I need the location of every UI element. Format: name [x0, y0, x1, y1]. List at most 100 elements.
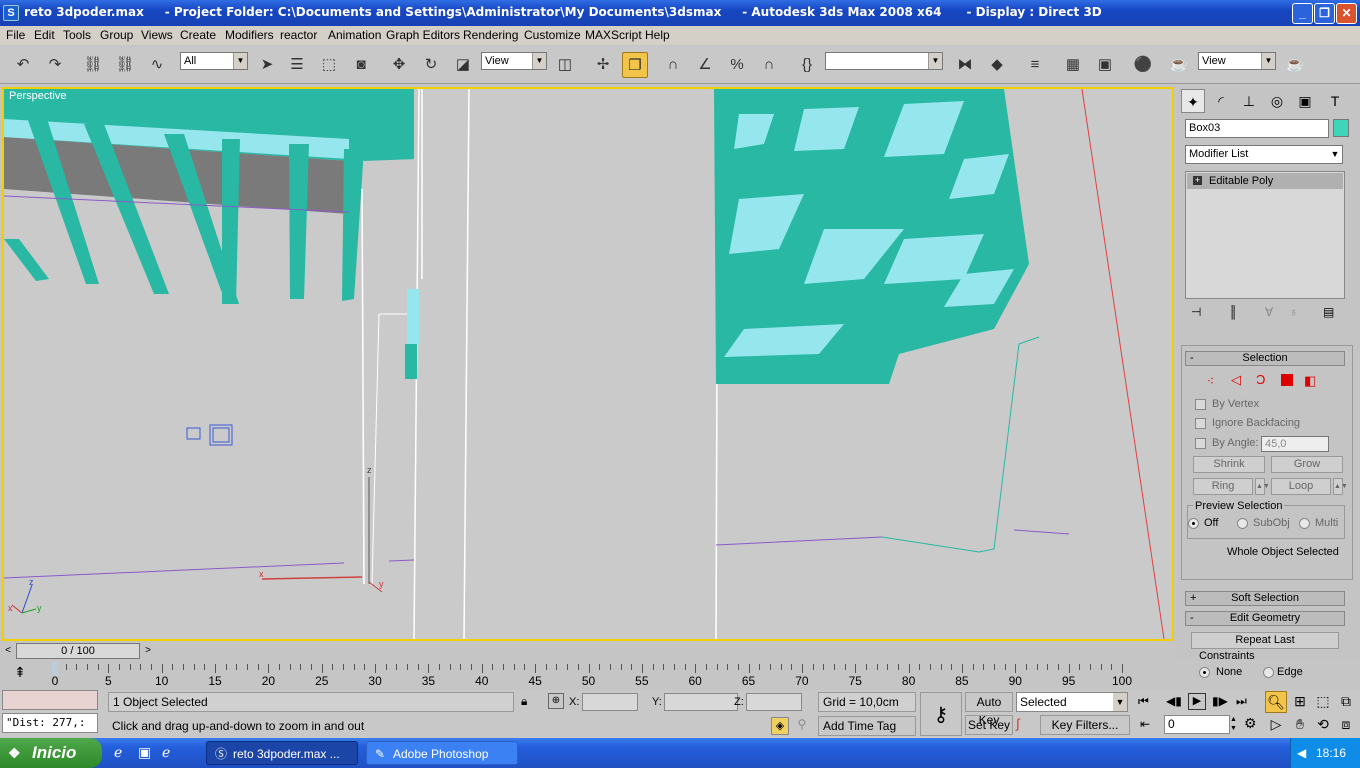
x-coordinate-field[interactable] [582, 693, 638, 711]
menu-edit[interactable]: Edit [34, 28, 55, 42]
vertex-subobject-icon[interactable]: ⁖ [1207, 374, 1214, 388]
minimize-button[interactable]: _ [1292, 3, 1313, 24]
named-selection-dropdown[interactable]: ▼ [825, 52, 943, 70]
arc-rotate-icon[interactable]: ⟲ [1312, 714, 1334, 736]
menu-group[interactable]: Group [100, 28, 133, 42]
menu-views[interactable]: Views [141, 28, 173, 42]
angle-snap-icon[interactable]: ∠ [692, 52, 718, 78]
bind-to-space-warp-icon[interactable]: ∿ [144, 52, 170, 78]
snaps-toggle-icon[interactable]: ∩ [660, 52, 686, 78]
menu-tools[interactable]: Tools [63, 28, 91, 42]
app-icon[interactable]: S [3, 5, 19, 21]
maxscript-listener-mini[interactable] [2, 690, 98, 710]
set-key-icon[interactable]: ⚷ [920, 692, 962, 736]
tray-chevron-icon[interactable]: ◀ [1297, 738, 1306, 768]
menu-customize[interactable]: Customize [524, 28, 581, 42]
z-coordinate-field[interactable] [746, 693, 802, 711]
pin-stack-icon[interactable]: ⊣ [1191, 305, 1201, 319]
add-time-tag-button[interactable]: Add Time Tag [818, 716, 916, 736]
maximize-viewport-icon[interactable]: ⧈ [1335, 714, 1357, 736]
layer-manager-icon[interactable]: ≡ [1022, 52, 1048, 78]
select-and-move-icon[interactable]: ✥ [386, 52, 412, 78]
curve-editor-icon[interactable]: ▦ [1060, 52, 1086, 78]
open-mini-curve-editor-icon[interactable]: ⇞ [8, 664, 32, 684]
current-frame-field[interactable]: 0 [1164, 715, 1230, 734]
unlink-icon[interactable]: ⛓ [112, 52, 138, 78]
time-configuration-icon[interactable]: ⚙ [1244, 715, 1257, 732]
element-subobject-icon[interactable]: ◧ [1304, 373, 1316, 389]
close-button[interactable]: ✕ [1336, 3, 1357, 24]
time-slider[interactable]: 0 / 100 [16, 643, 140, 659]
current-frame-spinner[interactable]: ▲ ▼ [1230, 715, 1240, 734]
configure-modifier-sets-icon[interactable]: ▤ [1323, 305, 1334, 319]
window-crossing-icon[interactable]: ◙ [348, 52, 374, 78]
polygon-subobject-icon[interactable] [1281, 374, 1293, 386]
constraint-edge-radio[interactable] [1263, 667, 1274, 678]
ignore-backfacing-checkbox[interactable] [1195, 418, 1206, 429]
preview-off-radio[interactable] [1188, 518, 1199, 529]
zoom-icon[interactable]: 🔍︎ [1265, 691, 1287, 713]
selection-lock-icon[interactable]: 🔒︎ [521, 694, 527, 709]
quick-render-icon[interactable]: ☕ [1282, 52, 1308, 78]
align-icon[interactable]: ◆ [984, 52, 1010, 78]
border-subobject-icon[interactable]: Ɔ [1256, 372, 1265, 387]
ring-button[interactable]: Ring [1193, 478, 1253, 495]
schematic-view-icon[interactable]: ▣ [1092, 52, 1118, 78]
material-editor-icon[interactable]: ⚫ [1130, 52, 1156, 78]
render-view-dropdown[interactable]: View ▼ [1198, 52, 1276, 70]
show-desktop-icon[interactable]: ▣ [138, 744, 151, 761]
shrink-button[interactable]: Shrink [1193, 456, 1265, 473]
stack-item[interactable]: + Editable Poly [1187, 173, 1343, 189]
by-vertex-checkbox[interactable] [1195, 399, 1206, 410]
field-of-view-icon[interactable]: ▷ [1265, 714, 1287, 736]
taskbar-item-photoshop[interactable]: ✎ Adobe Photoshop [366, 741, 518, 765]
time-tag-icon[interactable]: ⚲ [794, 717, 810, 735]
utilities-tab-icon[interactable]: T [1323, 89, 1347, 113]
undo-icon[interactable]: ↶ [10, 52, 36, 78]
go-to-end-icon[interactable]: ⏭ [1236, 694, 1247, 709]
menu-animation[interactable]: Animation [328, 28, 381, 42]
go-to-start-icon[interactable]: ⏮ [1138, 694, 1149, 709]
search-quicklaunch-icon[interactable]: ℯ [162, 744, 170, 761]
play-icon[interactable]: ▶ [1188, 693, 1206, 710]
motion-tab-icon[interactable]: ◎ [1265, 89, 1289, 113]
y-coordinate-field[interactable] [664, 693, 738, 711]
render-setup-icon[interactable]: ☕ [1166, 52, 1192, 78]
next-frame-icon[interactable]: ▮▶ [1212, 694, 1228, 708]
by-angle-checkbox[interactable] [1195, 438, 1206, 449]
reference-coordinate-dropdown[interactable]: View ▼ [481, 52, 547, 70]
mirror-icon[interactable]: ⧓ [952, 52, 978, 78]
slider-left-arrow[interactable]: < [2, 643, 14, 659]
constraint-none-radio[interactable] [1199, 667, 1210, 678]
keyboard-shortcut-override-icon[interactable]: ❐ [622, 52, 648, 78]
selection-filter-dropdown[interactable]: All ▼ [180, 52, 248, 70]
start-button[interactable]: ❖ Inicio [0, 738, 102, 768]
redo-icon[interactable]: ↷ [42, 52, 68, 78]
menu-rendering[interactable]: Rendering [463, 28, 518, 42]
display-tab-icon[interactable]: ▣ [1293, 89, 1317, 113]
menu-file[interactable]: File [6, 28, 25, 42]
zoom-extents-icon[interactable]: ⬚ [1312, 691, 1334, 713]
zoom-extents-all-icon[interactable]: ⧉ [1335, 691, 1357, 713]
hierarchy-tab-icon[interactable]: ⊥ [1237, 89, 1261, 113]
rectangular-selection-icon[interactable]: ⬚ [316, 52, 342, 78]
pan-view-icon[interactable]: ✋︎ [1289, 714, 1311, 736]
select-and-link-icon[interactable]: ⛓ [80, 52, 106, 78]
select-and-manipulate-icon[interactable]: ✢ [590, 52, 616, 78]
menu-graph-editors[interactable]: Graph Editors [386, 28, 460, 42]
adaptive-degradation-icon[interactable]: ◈ [771, 717, 789, 735]
modify-tab-icon[interactable]: ◜ [1209, 89, 1233, 113]
preview-multi-radio[interactable] [1299, 518, 1310, 529]
track-bar[interactable]: ⇞ 0 5 10 15 20 25 30 35 40 45 50 55 60 65 70 75 80 85 90 95… [0, 660, 1177, 690]
ring-spinner[interactable]: ▲▼ [1255, 478, 1270, 495]
default-in-out-tangents-icon[interactable]: ∫ [1016, 716, 1036, 734]
show-end-result-icon[interactable]: ║ [1229, 305, 1238, 319]
menu-create[interactable]: Create [180, 28, 216, 42]
menu-modifiers[interactable]: Modifiers [225, 28, 274, 42]
absolute-mode-transform-icon[interactable]: ⊕ [548, 693, 564, 709]
viewport-label[interactable]: Perspective [9, 90, 66, 102]
key-mode-toggle-icon[interactable]: ⇤ [1140, 717, 1150, 731]
edge-subobject-icon[interactable]: ◁ [1231, 372, 1241, 388]
pivot-center-icon[interactable]: ◫ [552, 52, 578, 78]
percent-snap-icon[interactable]: % [724, 52, 750, 78]
